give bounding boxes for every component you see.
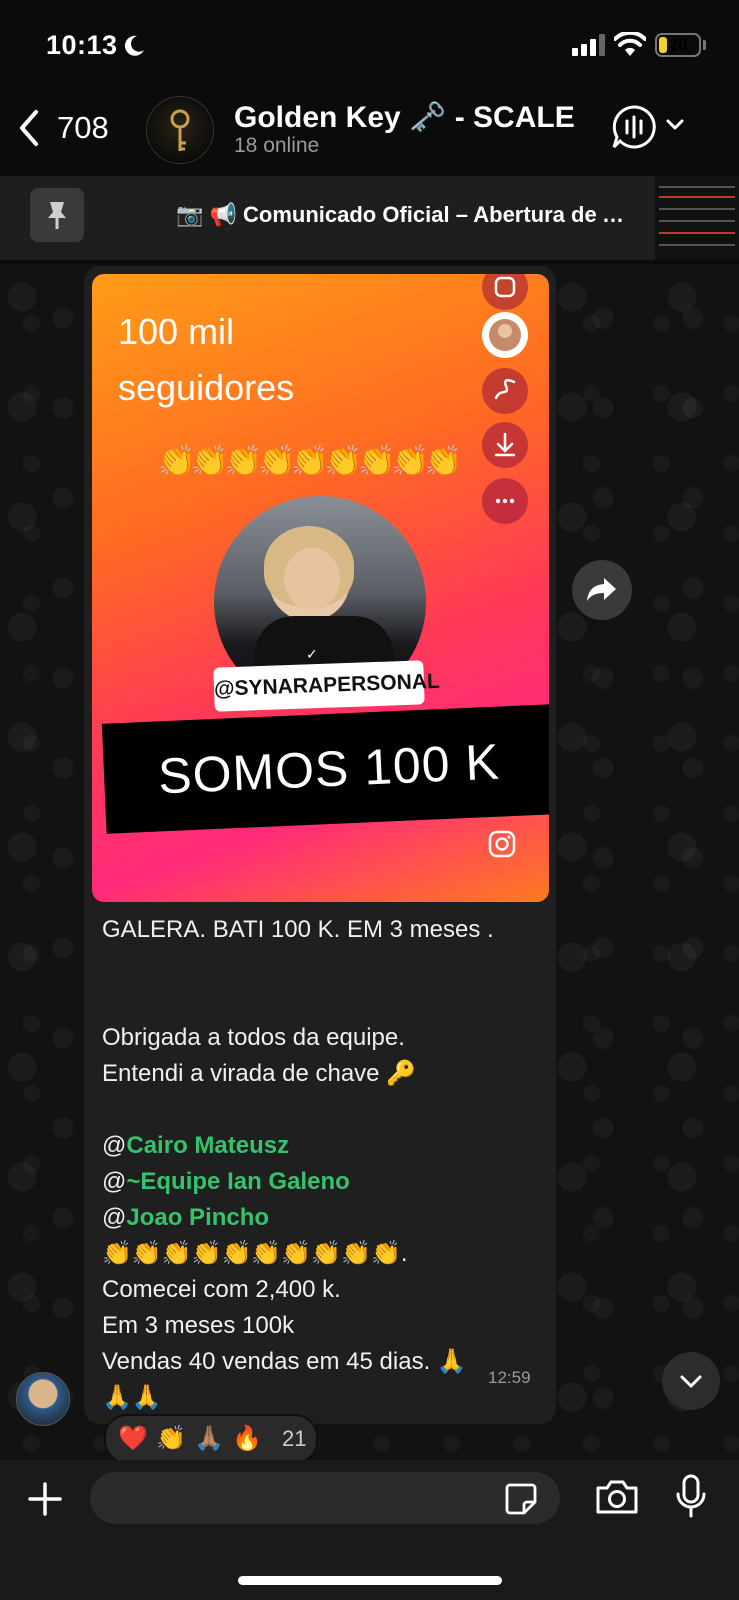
reaction-emoji[interactable]: 👏	[156, 1424, 186, 1453]
shirt-logo: ✓	[306, 646, 318, 662]
message-line: Entendi a virada de chave 🔑	[102, 1060, 417, 1087]
status-time: 10:13	[46, 30, 118, 60]
signal-icon	[572, 34, 605, 56]
forward-button[interactable]	[572, 560, 632, 620]
wifi-icon	[614, 32, 646, 56]
story-banner: SOMOS 100 K	[101, 704, 549, 834]
message-text: GALERA. BATI 100 K. EM 3 meses . Obrigad…	[102, 912, 542, 1416]
moon-icon	[124, 35, 144, 56]
mention-link[interactable]: Cairo Mateusz	[126, 1132, 289, 1159]
message-line: 🙏🙏	[102, 1384, 162, 1411]
back-chevron-icon[interactable]	[16, 108, 42, 148]
story-action-rail	[482, 274, 532, 534]
message-line: Em 3 meses 100k	[102, 1312, 295, 1339]
mention-line: @Joao Pincho	[102, 1204, 270, 1231]
unread-count[interactable]: 708	[57, 110, 109, 146]
reaction-count: 21	[282, 1426, 307, 1451]
message-line: Vendas 40 vendas em 45 dias. 🙏	[102, 1348, 467, 1375]
pinned-thumbnail[interactable]	[655, 176, 739, 260]
reaction-emoji[interactable]: ❤️	[118, 1424, 148, 1453]
pin-button[interactable]	[30, 188, 84, 242]
scribble-action-icon[interactable]	[482, 368, 528, 414]
battery-level: 20	[668, 35, 688, 54]
mention-line: @~Equipe Ian Galeno	[102, 1168, 350, 1195]
sticker-icon[interactable]	[504, 1482, 538, 1516]
sticker-action-icon[interactable]	[482, 274, 528, 310]
battery-cap	[703, 40, 706, 50]
forward-icon	[587, 578, 616, 601]
group-avatar[interactable]	[146, 96, 214, 164]
instagram-icon	[488, 830, 516, 858]
home-indicator	[238, 1576, 502, 1585]
battery-indicator: 20	[655, 33, 701, 57]
message-line: Comecei com 2,400 k.	[102, 1276, 341, 1303]
message-line	[102, 1092, 542, 1128]
more-options-icon[interactable]	[482, 478, 528, 524]
reaction-emoji[interactable]: 🙏🏽	[194, 1424, 224, 1453]
chevron-down-icon[interactable]	[666, 118, 684, 132]
message-line	[102, 984, 542, 1020]
story-clap-emojis: 👏👏👏👏👏👏👏👏👏	[158, 445, 462, 478]
group-title[interactable]: Golden Key 🗝️ - SCALE	[234, 100, 575, 135]
message-line: 👏👏👏👏👏👏👏👏👏👏.	[102, 1240, 408, 1267]
mention-link[interactable]: Joao Pincho	[126, 1204, 269, 1231]
camera-icon[interactable]	[594, 1478, 640, 1516]
shared-story-image[interactable]: 100 mil seguidores 👏👏👏👏👏👏👏👏👏 ✓ @SYNARAPE…	[92, 274, 549, 902]
mention-link[interactable]: ~Equipe Ian Galeno	[126, 1168, 349, 1195]
message-line: Obrigada a todos da equipe.	[102, 1024, 405, 1051]
story-heading: 100 mil seguidores	[118, 311, 295, 408]
sender-avatar[interactable]	[16, 1372, 70, 1426]
online-count: 18 online	[234, 134, 320, 157]
chevron-down-icon	[680, 1375, 702, 1388]
mention-line: @Cairo Mateusz	[102, 1132, 290, 1159]
message-line: GALERA. BATI 100 K. EM 3 meses .	[102, 916, 494, 943]
message-timestamp: 12:59	[488, 1368, 531, 1387]
scroll-to-bottom-button[interactable]	[662, 1352, 720, 1410]
reaction-emoji[interactable]: 🔥	[232, 1424, 262, 1453]
microphone-icon[interactable]	[674, 1474, 708, 1520]
download-icon[interactable]	[482, 422, 528, 468]
plus-icon[interactable]	[26, 1480, 64, 1518]
pinned-message-text[interactable]: 📷 📢 Comunicado Oficial – Abertura de Age…	[176, 202, 631, 228]
message-line	[102, 948, 542, 984]
reactions-bar[interactable]: ❤️ 👏 🙏🏽 🔥 21	[104, 1414, 318, 1464]
pin-icon	[48, 202, 66, 229]
story-handle: @SYNARAPERSONAL	[213, 660, 440, 712]
mention-avatar-icon[interactable]	[482, 312, 528, 358]
key-logo-icon	[170, 109, 190, 151]
voice-chat-icon[interactable]	[611, 104, 657, 150]
message-input[interactable]	[90, 1472, 560, 1524]
